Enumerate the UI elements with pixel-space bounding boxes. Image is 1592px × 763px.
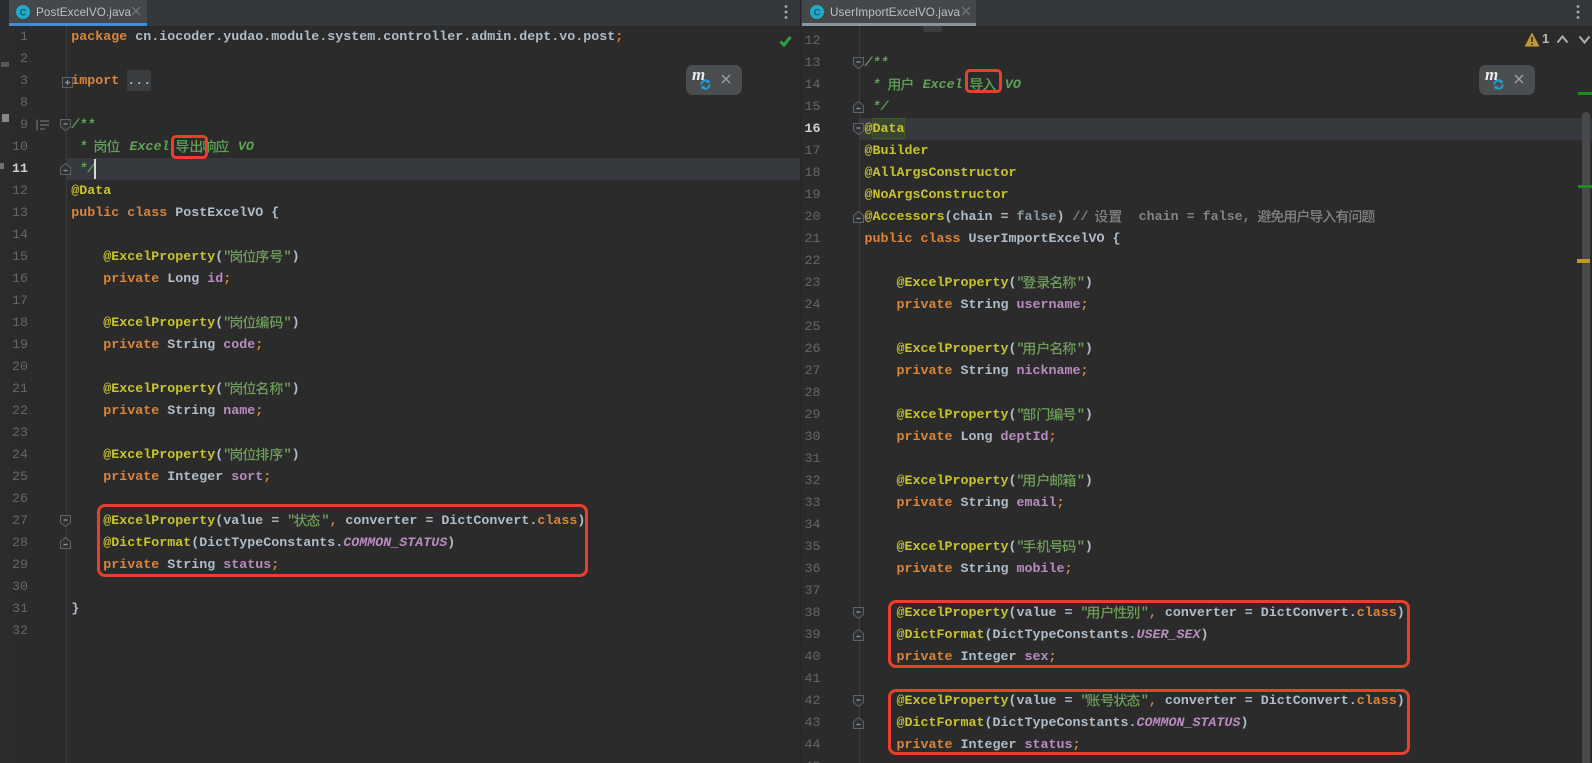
svg-text:C: C [814, 8, 821, 18]
svg-text:C: C [20, 8, 27, 18]
